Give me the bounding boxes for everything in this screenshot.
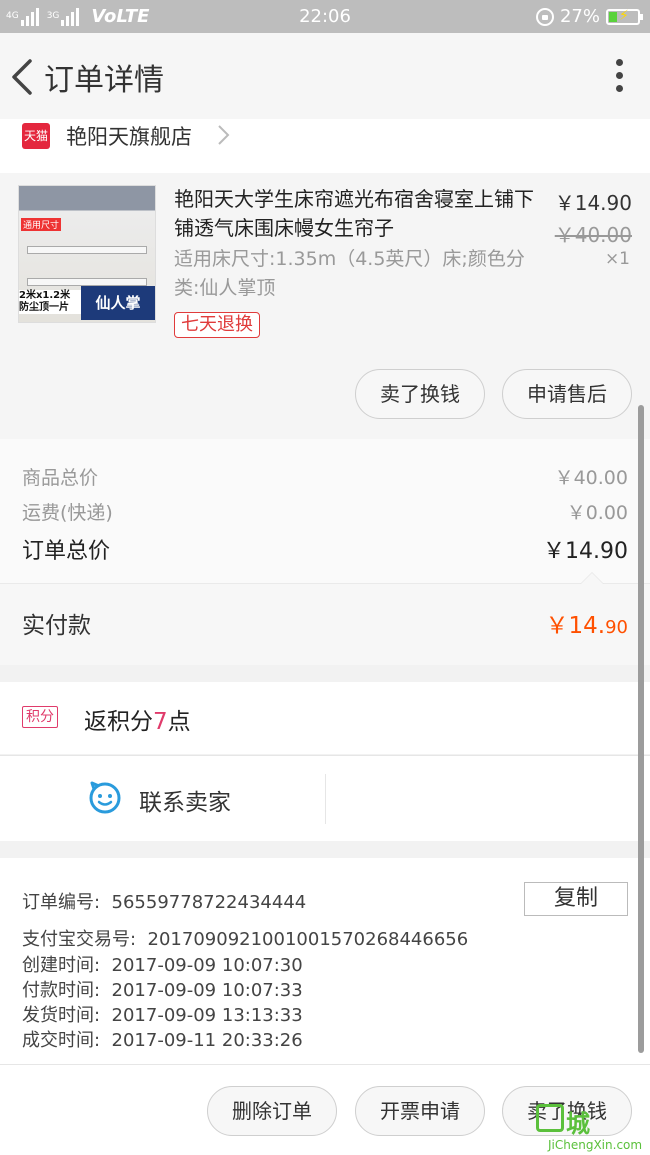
product-quantity: ×1 <box>604 249 630 269</box>
status-bar: 4G 3G VoLTE 22:06 27% ⚡ <box>0 0 650 33</box>
battery-icon: ⚡ <box>606 8 643 25</box>
completed-line: 成交时间: 2017-09-11 20:33:26 <box>22 1026 303 1052</box>
order-info: 订单编号: 56559778722434444 复制 支付宝交易号: 20170… <box>0 858 650 1064</box>
shipped-value: 2017-09-09 13:13:33 <box>111 1005 303 1026</box>
created-label: 创建时间: <box>22 955 101 976</box>
shipping-value: ￥0.00 <box>566 502 628 524</box>
seven-day-return-tag: 七天退换 <box>174 312 260 338</box>
order-total-label: 订单总价 <box>22 539 111 564</box>
points-tag: 积分 <box>22 706 58 728</box>
watermark-text: 城 <box>566 1110 590 1138</box>
product-price: ￥14.90 <box>554 191 632 215</box>
product-title: 艳阳天大学生床帘遮光布宿舍寝室上铺下铺透气床围床幔女生帘子 <box>174 187 534 240</box>
invoice-request-button[interactable]: 开票申请 <box>355 1086 485 1136</box>
after-sale-button[interactable]: 申请售后 <box>502 369 632 419</box>
status-right: 27% ⚡ <box>535 6 643 27</box>
battery-percent: 27% <box>559 6 600 27</box>
created-line: 创建时间: 2017-09-09 10:07:30 <box>22 951 303 977</box>
notch-arrow <box>580 572 604 584</box>
points-suffix: 点 <box>167 709 191 735</box>
sell-button[interactable]: 卖了换钱 <box>355 369 485 419</box>
paid-amount-row: 实付款 ￥14.90 <box>0 572 650 665</box>
app-header: 订单详情 <box>0 33 650 119</box>
product-sku: 适用床尺寸:1.35m（4.5英尺）床;颜色分类:仙人掌顶 <box>174 248 525 299</box>
scrollbar[interactable] <box>638 405 644 1053</box>
completed-value: 2017-09-11 20:33:26 <box>111 1030 303 1051</box>
paid-time-label: 付款时间: <box>22 980 101 1001</box>
contact-seller-button[interactable]: 联系卖家 <box>139 783 231 817</box>
paid-value-int: ￥14. <box>545 613 606 639</box>
watermark-logo-icon <box>536 1104 564 1132</box>
shipped-label: 发货时间: <box>22 1005 101 1026</box>
shop-row[interactable]: 天猫 艳阳天旗舰店 <box>0 119 650 173</box>
thumb-bed-lower <box>27 278 147 286</box>
alipay-line: 支付宝交易号: 2017090921001001570268446656 <box>22 925 468 951</box>
watermark-url: JiChengXin.com <box>548 1138 643 1152</box>
order-total-value: ￥14.90 <box>543 539 628 564</box>
goods-total-value: ￥40.00 <box>554 467 628 489</box>
order-number-value: 56559778722434444 <box>111 892 307 913</box>
thumb-size-text: 2米x1.2米 防尘顶一片 <box>19 290 81 314</box>
back-arrow-icon[interactable] <box>8 57 38 97</box>
product-original-price: ￥40.00 <box>554 223 632 247</box>
points-row: 积分 返积分7点 <box>0 682 650 754</box>
price-summary: 商品总价 ￥40.00 运费(快递) ￥0.00 订单总价 ￥14.90 <box>0 439 650 583</box>
created-value: 2017-09-09 10:07:30 <box>111 955 303 976</box>
points-number: 7 <box>153 709 168 735</box>
product-thumbnail[interactable]: 通用尺寸 2米x1.2米 防尘顶一片 仙人掌 <box>18 185 156 323</box>
completed-label: 成交时间: <box>22 1030 101 1051</box>
page-title: 订单详情 <box>44 63 164 98</box>
order-number-label: 订单编号: <box>22 892 101 913</box>
thumb-bed-upper <box>27 246 147 254</box>
contact-bar: 联系卖家 <box>0 755 650 841</box>
shop-name: 艳阳天旗舰店 <box>66 125 192 149</box>
product-card[interactable]: 通用尺寸 2米x1.2米 防尘顶一片 仙人掌 艳阳天大学生床帘遮光布宿舍寝室上铺… <box>0 173 650 439</box>
shipping-label: 运费(快递) <box>22 502 113 524</box>
divider <box>325 774 326 824</box>
tmall-icon: 天猫 <box>22 123 50 149</box>
paid-value: ￥14.90 <box>546 606 628 640</box>
goods-total-label: 商品总价 <box>22 467 99 489</box>
copy-button[interactable]: 复制 <box>524 882 628 916</box>
more-menu-icon[interactable] <box>616 59 624 95</box>
paid-time-line: 付款时间: 2017-09-09 10:07:33 <box>22 976 303 1002</box>
alipay-value: 2017090921001001570268446656 <box>147 929 469 950</box>
points-text: 返积分7点 <box>84 702 191 736</box>
chat-face-icon <box>89 781 121 814</box>
thumb-tag: 通用尺寸 <box>21 218 62 231</box>
paid-time-value: 2017-09-09 10:07:33 <box>111 980 303 1001</box>
delete-order-button[interactable]: 删除订单 <box>207 1086 337 1136</box>
watermark: 城 JiChengXin.com <box>528 1104 648 1154</box>
alipay-label: 支付宝交易号: <box>22 929 137 950</box>
rotation-lock-icon <box>535 7 554 26</box>
chevron-right-icon <box>218 125 230 145</box>
paid-value-dec: 90 <box>605 617 628 638</box>
thumb-badge: 仙人掌 <box>81 286 155 320</box>
paid-label: 实付款 <box>22 613 91 639</box>
points-prefix: 返积分 <box>84 709 153 735</box>
shipped-line: 发货时间: 2017-09-09 13:13:33 <box>22 1001 303 1027</box>
order-number-line: 订单编号: 56559778722434444 <box>22 888 306 914</box>
